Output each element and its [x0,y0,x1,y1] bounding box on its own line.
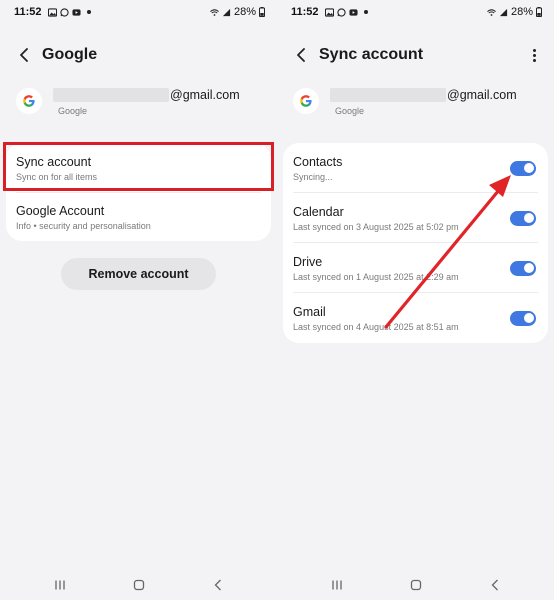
status-bar: 11:52 28% [291,4,542,20]
notification-dot [86,10,91,14]
whatsapp-icon [336,7,346,17]
google-logo-icon [16,88,42,114]
back-button[interactable] [14,45,34,65]
setting-subtitle: Sync on for all items [16,171,98,182]
sync-item-title: Drive [293,254,323,269]
account-provider: Google [335,106,365,116]
recent-apps-button[interactable] [50,575,70,595]
sync-account-screen: 11:52 28% Sync account @gmail.com Google… [277,0,554,600]
sync-item-contacts[interactable]: Contacts Syncing... [283,143,548,193]
home-icon [410,579,421,591]
youtube-icon [348,8,358,16]
status-bar: 11:52 28% [14,4,265,20]
google-account-screen: 11:52 28% Google @gmail.com Google Sync … [0,0,277,600]
more-vert-icon [532,48,536,52]
google-account-item[interactable]: Google Account Info • security and perso… [6,193,271,241]
sync-item-status: Last synced on 4 August 2025 at 8:51 am [293,321,459,332]
sync-item-calendar[interactable]: Calendar Last synced on 3 August 2025 at… [283,193,548,243]
sync-items-card: Contacts Syncing... Calendar Last synced… [283,143,548,343]
recent-apps-icon [54,580,65,590]
redacted-email [330,88,446,102]
signal-icon [222,8,231,16]
sync-item-title: Gmail [293,304,326,319]
back-nav-icon [214,579,221,591]
youtube-icon [71,8,81,16]
home-icon [133,579,144,591]
sync-item-drive[interactable]: Drive Last synced on 1 August 2025 at 2:… [283,243,548,293]
gallery-icon [324,7,334,17]
chevron-left-icon [297,48,305,62]
sync-item-title: Contacts [293,154,343,169]
navigation-bar [277,570,554,600]
notification-dot [363,10,368,14]
battery-icon [259,7,265,17]
status-time: 11:52 [14,6,42,18]
wifi-icon [210,8,219,16]
back-nav-button[interactable] [485,575,505,595]
home-button[interactable] [406,575,426,595]
page-header: Google [14,40,265,70]
wifi-icon [487,8,496,16]
home-button[interactable] [129,575,149,595]
page-title: Sync account [319,46,424,63]
back-nav-icon [491,579,498,591]
sync-item-gmail[interactable]: Gmail Last synced on 4 August 2025 at 8:… [283,293,548,343]
more-options-button[interactable] [526,45,542,65]
status-time: 11:52 [291,6,319,18]
redacted-email [53,88,169,102]
whatsapp-icon [59,7,69,17]
calendar-sync-toggle[interactable] [510,210,536,226]
gallery-icon [47,7,57,17]
setting-subtitle: Info • security and personalisation [16,220,151,231]
battery-percent: 28% [233,6,256,18]
gmail-sync-toggle[interactable] [510,310,536,326]
account-info: @gmail.com Google [16,86,267,126]
recent-apps-icon [331,580,342,590]
signal-icon [499,8,508,16]
account-info: @gmail.com Google [293,86,544,126]
setting-title: Google Account [16,203,105,218]
back-nav-button[interactable] [208,575,228,595]
navigation-bar [0,570,277,600]
battery-icon [536,7,542,17]
sync-item-title: Calendar [293,204,344,219]
account-settings-card: Sync account Sync on for all items Googl… [6,143,271,241]
page-title: Google [42,46,98,63]
sync-item-status: Syncing... [293,171,333,182]
chevron-left-icon [20,48,28,62]
page-header: Sync account [291,40,542,70]
recent-apps-button[interactable] [327,575,347,595]
email-domain: @gmail.com [170,88,240,102]
sync-item-status: Last synced on 3 August 2025 at 5:02 pm [293,221,459,232]
remove-account-button[interactable]: Remove account [61,258,216,290]
sync-item-status: Last synced on 1 August 2025 at 2:29 am [293,271,459,282]
account-provider: Google [58,106,88,116]
email-domain: @gmail.com [447,88,517,102]
contacts-sync-toggle[interactable] [510,160,536,176]
google-logo-icon [293,88,319,114]
drive-sync-toggle[interactable] [510,260,536,276]
sync-account-item[interactable]: Sync account Sync on for all items [6,143,271,193]
setting-title: Sync account [16,154,92,169]
battery-percent: 28% [510,6,533,18]
back-button[interactable] [291,45,311,65]
